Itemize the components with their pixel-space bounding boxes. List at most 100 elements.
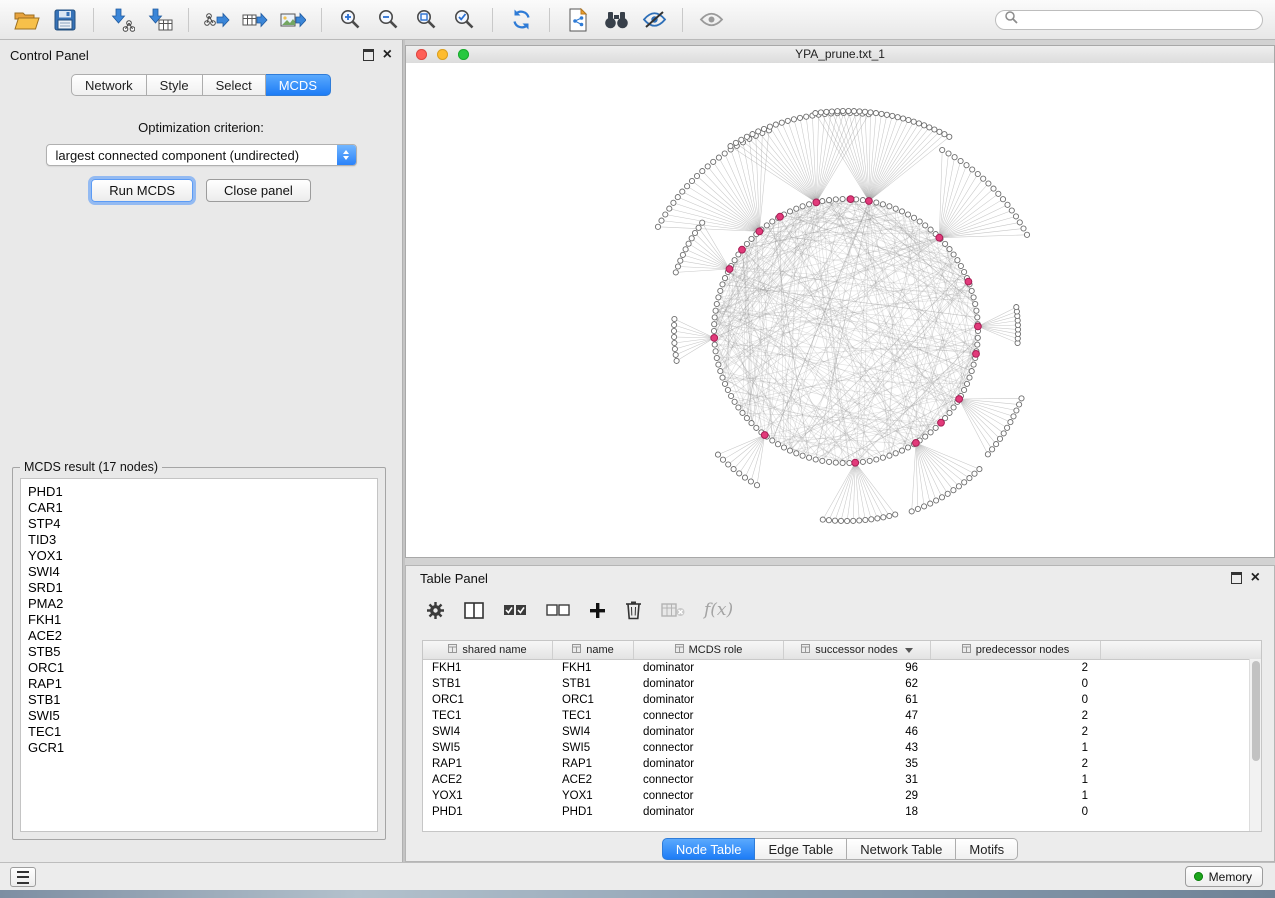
- table-cell[interactable]: 35: [784, 756, 931, 772]
- table-cell[interactable]: YOX1: [423, 788, 553, 804]
- column-header-name[interactable]: name: [553, 641, 634, 659]
- search-network-icon[interactable]: [601, 6, 631, 34]
- float-panel-icon[interactable]: [1231, 572, 1242, 584]
- window-minimize-button[interactable]: [437, 49, 448, 60]
- list-item[interactable]: STB5: [28, 644, 377, 660]
- table-cell[interactable]: STB1: [423, 676, 553, 692]
- window-close-button[interactable]: [416, 49, 427, 60]
- table-cell[interactable]: 47: [784, 708, 931, 724]
- table-cell[interactable]: 2: [931, 756, 1101, 772]
- open-in-browser-icon[interactable]: [563, 6, 593, 34]
- optimization-dropdown[interactable]: largest connected component (undirected): [46, 144, 357, 166]
- table-row[interactable]: YOX1YOX1connector291: [423, 788, 1261, 804]
- tab-node-table[interactable]: Node Table: [662, 838, 756, 860]
- memory-button[interactable]: Memory: [1185, 866, 1263, 887]
- table-row[interactable]: RAP1RAP1dominator352: [423, 756, 1261, 772]
- tab-style[interactable]: Style: [147, 74, 203, 96]
- table-cell[interactable]: 43: [784, 740, 931, 756]
- panel-menu-button[interactable]: [10, 867, 36, 887]
- table-cell[interactable]: 0: [931, 676, 1101, 692]
- column-header-MCDS-role[interactable]: MCDS role: [634, 641, 784, 659]
- table-row[interactable]: ORC1ORC1dominator610: [423, 692, 1261, 708]
- table-cell[interactable]: FKH1: [553, 660, 634, 676]
- table-cell[interactable]: connector: [634, 788, 784, 804]
- tab-mcds[interactable]: MCDS: [266, 74, 331, 96]
- list-item[interactable]: PHD1: [28, 484, 377, 500]
- table-cell[interactable]: dominator: [634, 756, 784, 772]
- table-cell[interactable]: dominator: [634, 724, 784, 740]
- table-cell[interactable]: SWI5: [423, 740, 553, 756]
- save-session-icon[interactable]: [50, 6, 80, 34]
- zoom-selected-icon[interactable]: [449, 6, 479, 34]
- delete-icon[interactable]: [625, 600, 642, 620]
- table-cell[interactable]: RAP1: [423, 756, 553, 772]
- table-cell[interactable]: 2: [931, 724, 1101, 740]
- refresh-layout-icon[interactable]: [506, 6, 536, 34]
- list-item[interactable]: ORC1: [28, 660, 377, 676]
- table-cell[interactable]: YOX1: [553, 788, 634, 804]
- tab-network[interactable]: Network: [71, 74, 147, 96]
- tab-motifs[interactable]: Motifs: [956, 838, 1018, 860]
- list-item[interactable]: STP4: [28, 516, 377, 532]
- table-row[interactable]: SWI4SWI4dominator462: [423, 724, 1261, 740]
- table-cell[interactable]: 1: [931, 772, 1101, 788]
- close-panel-icon[interactable]: ×: [1251, 572, 1260, 584]
- table-cell[interactable]: dominator: [634, 804, 784, 820]
- tab-network-table[interactable]: Network Table: [847, 838, 956, 860]
- table-cell[interactable]: STB1: [553, 676, 634, 692]
- list-item[interactable]: TID3: [28, 532, 377, 548]
- list-item[interactable]: FKH1: [28, 612, 377, 628]
- run-mcds-button[interactable]: Run MCDS: [91, 179, 193, 202]
- table-row[interactable]: FKH1FKH1dominator962: [423, 660, 1261, 676]
- close-panel-icon[interactable]: ×: [383, 49, 392, 61]
- mcds-result-list[interactable]: PHD1CAR1STP4TID3YOX1SWI4SRD1PMA2FKH1ACE2…: [20, 478, 378, 832]
- list-item[interactable]: YOX1: [28, 548, 377, 564]
- split-divider-horizontal[interactable]: [405, 558, 1275, 565]
- network-canvas[interactable]: [406, 63, 1274, 557]
- table-cell[interactable]: ORC1: [423, 692, 553, 708]
- list-item[interactable]: SWI5: [28, 708, 377, 724]
- list-item[interactable]: CAR1: [28, 500, 377, 516]
- list-item[interactable]: SWI4: [28, 564, 377, 580]
- table-cell[interactable]: connector: [634, 708, 784, 724]
- table-cell[interactable]: 31: [784, 772, 931, 788]
- table-cell[interactable]: 2: [931, 660, 1101, 676]
- table-cell[interactable]: 1: [931, 740, 1101, 756]
- list-item[interactable]: STB1: [28, 692, 377, 708]
- show-hide-icon[interactable]: [639, 6, 669, 34]
- table-cell[interactable]: TEC1: [423, 708, 553, 724]
- table-cell[interactable]: PHD1: [553, 804, 634, 820]
- table-cell[interactable]: dominator: [634, 692, 784, 708]
- table-cell[interactable]: SWI4: [423, 724, 553, 740]
- column-header-predecessor-nodes[interactable]: predecessor nodes: [931, 641, 1101, 659]
- table-cell[interactable]: 1: [931, 788, 1101, 804]
- tab-edge-table[interactable]: Edge Table: [755, 838, 847, 860]
- table-cell[interactable]: ACE2: [423, 772, 553, 788]
- table-cell[interactable]: ORC1: [553, 692, 634, 708]
- table-row[interactable]: STB1STB1dominator620: [423, 676, 1261, 692]
- table-cell[interactable]: 62: [784, 676, 931, 692]
- table-cell[interactable]: 0: [931, 804, 1101, 820]
- table-cell[interactable]: 2: [931, 708, 1101, 724]
- table-cell[interactable]: 46: [784, 724, 931, 740]
- select-all-icon[interactable]: [503, 604, 527, 617]
- table-cell[interactable]: TEC1: [553, 708, 634, 724]
- list-item[interactable]: PMA2: [28, 596, 377, 612]
- column-header-shared-name[interactable]: shared name: [423, 641, 553, 659]
- open-file-icon[interactable]: [12, 6, 42, 34]
- zoom-out-icon[interactable]: [373, 6, 403, 34]
- table-row[interactable]: SWI5SWI5connector431: [423, 740, 1261, 756]
- table-scrollbar[interactable]: [1249, 659, 1261, 831]
- table-row[interactable]: PHD1PHD1dominator180: [423, 804, 1261, 820]
- table-cell[interactable]: SWI5: [553, 740, 634, 756]
- table-cell[interactable]: 96: [784, 660, 931, 676]
- table-cell[interactable]: 29: [784, 788, 931, 804]
- import-table-icon[interactable]: [145, 6, 175, 34]
- show-columns-icon[interactable]: [464, 602, 484, 619]
- list-item[interactable]: TEC1: [28, 724, 377, 740]
- table-cell[interactable]: 18: [784, 804, 931, 820]
- table-cell[interactable]: PHD1: [423, 804, 553, 820]
- gear-icon[interactable]: [426, 601, 445, 620]
- table-cell[interactable]: dominator: [634, 676, 784, 692]
- search-input[interactable]: [1023, 12, 1254, 28]
